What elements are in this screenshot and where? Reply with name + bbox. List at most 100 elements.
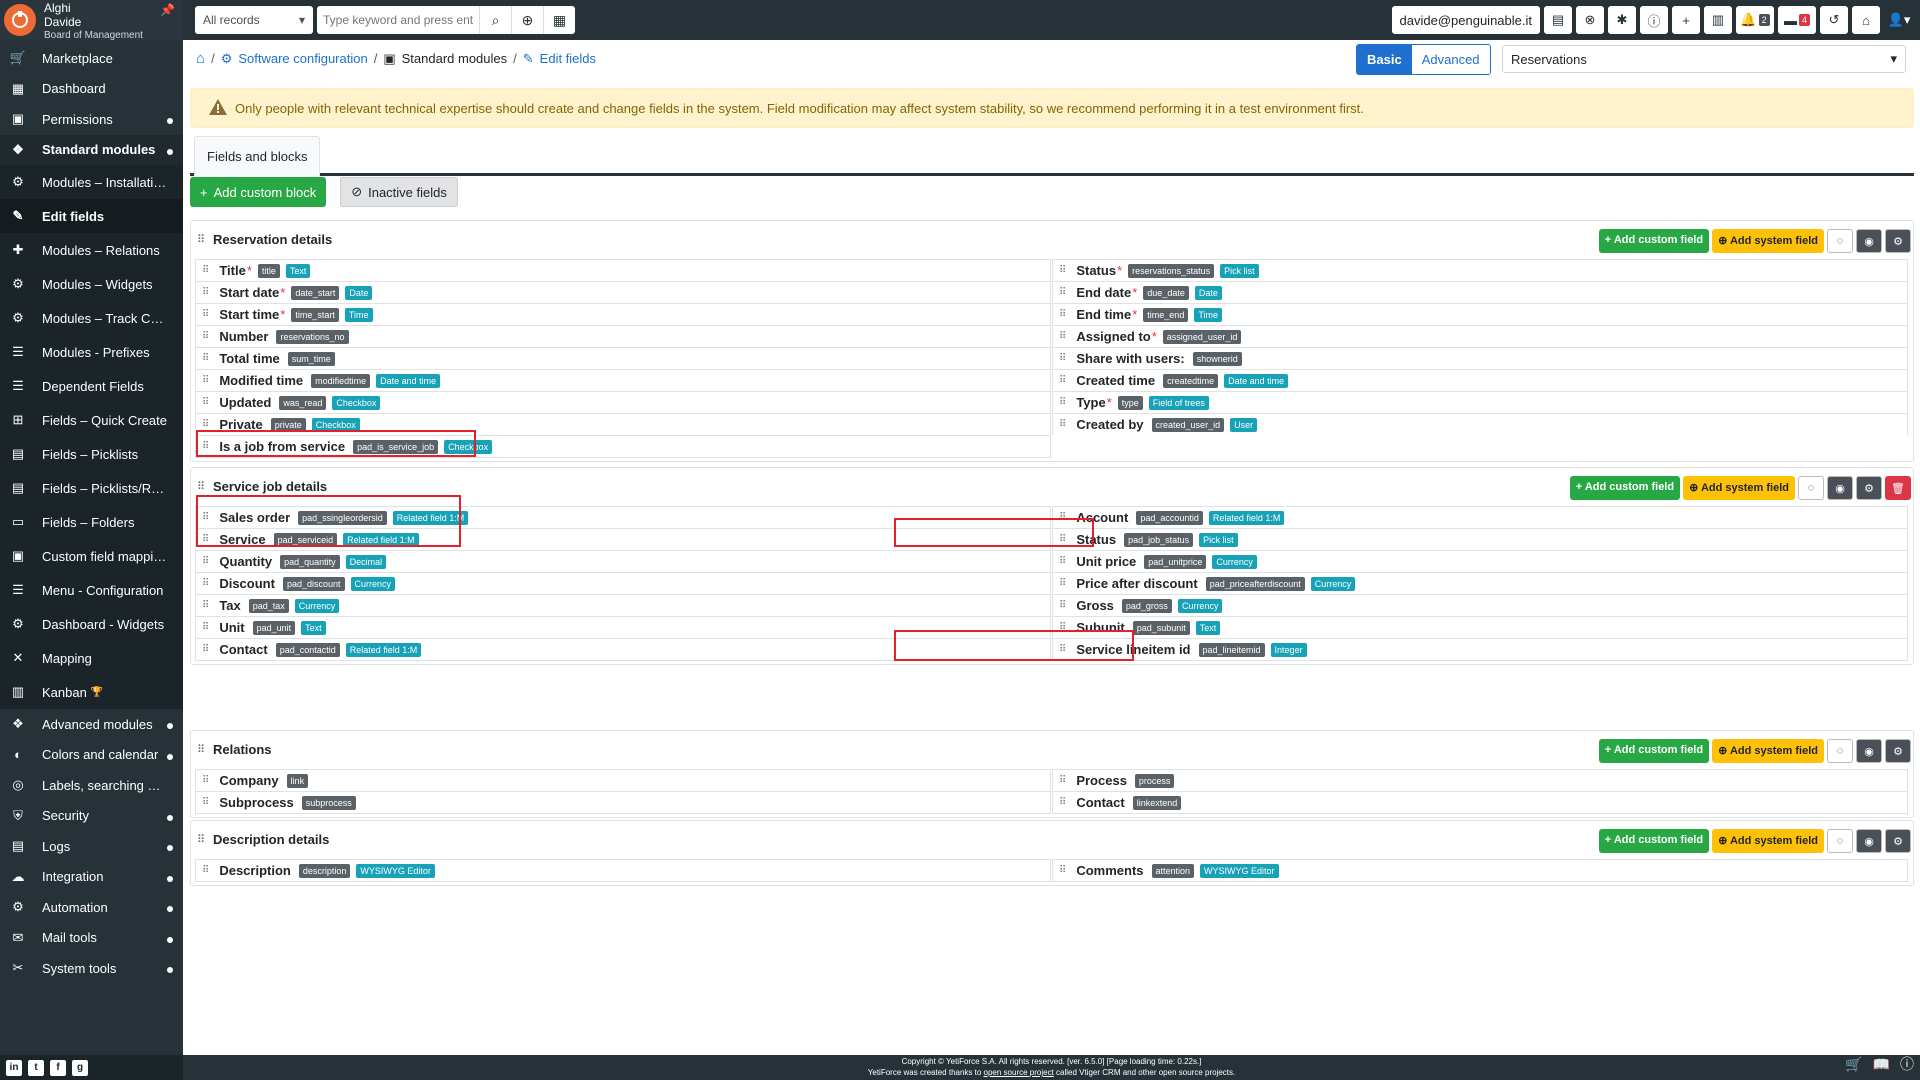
cart-icon[interactable]: 🛒	[1845, 1057, 1862, 1071]
linkedin-icon[interactable]: in	[6, 1059, 22, 1076]
hide-block-button[interactable]: ◌	[1827, 829, 1853, 853]
sidebar-item-colors-and-calendar[interactable]: ◐ Colors and calendar	[0, 740, 183, 771]
drag-handle-icon[interactable]: ⠿	[1059, 419, 1066, 430]
add-system-field-button[interactable]: ⊕ Add system field	[1712, 229, 1824, 253]
inactive-fields-button[interactable]: ⊘ Inactive fields	[340, 177, 458, 207]
drag-handle-icon[interactable]: ⠿	[197, 233, 205, 246]
add-system-field-button[interactable]: ⊕ Add system field	[1712, 739, 1824, 763]
sidebar-item-edit-fields[interactable]: ✎ Edit fields	[0, 199, 183, 233]
field-item[interactable]: ⠿ Description description WYSIWYG Editor	[195, 859, 1051, 882]
book-button[interactable]: ▤	[1544, 6, 1572, 34]
breadcrumb-edit-fields[interactable]: Edit fields	[540, 51, 596, 66]
info-button[interactable]: ⓘ	[1640, 6, 1668, 34]
sidebar-item-automation[interactable]: ⚙ Automation	[0, 892, 183, 923]
drag-handle-icon[interactable]: ⠿	[202, 644, 209, 655]
drag-handle-icon[interactable]: ⠿	[202, 556, 209, 567]
bug-button[interactable]: ✱	[1608, 6, 1636, 34]
sidebar-item-modules-track-chang[interactable]: ⚙ Modules – Track Chang…	[0, 301, 183, 335]
field-item[interactable]: ⠿ Subprocess subprocess	[195, 791, 1051, 814]
drag-handle-icon[interactable]: ⠿	[1059, 353, 1066, 364]
basic-mode-button[interactable]: Basic	[1357, 45, 1412, 74]
github-icon[interactable]: g	[72, 1059, 88, 1076]
sidebar-item-labels-searching-a[interactable]: ◎ Labels, searching a…	[0, 770, 183, 801]
sidebar-item-security[interactable]: ⛨ Security	[0, 801, 183, 832]
sidebar-item-standard-modules[interactable]: ❖ Standard modules	[0, 134, 183, 165]
field-item[interactable]: ⠿ Updated was_read Checkbox	[195, 391, 1051, 414]
drag-handle-icon[interactable]: ⠿	[1059, 309, 1066, 320]
field-item[interactable]: ⠿ Is a job from service pad_is_service_job…	[195, 435, 1051, 458]
twitter-icon[interactable]: t	[28, 1059, 44, 1076]
drag-handle-icon[interactable]: ⠿	[1059, 556, 1066, 567]
hide-block-button[interactable]: ◌	[1827, 229, 1853, 253]
field-item[interactable]: ⠿ Modified time modifiedtime Date and time	[195, 369, 1051, 392]
delete-block-button[interactable]: 🗑	[1885, 476, 1911, 500]
field-item[interactable]: ⠿ Number reservations_no	[195, 325, 1051, 348]
drag-handle-icon[interactable]: ⠿	[202, 441, 209, 452]
show-block-button[interactable]: ◉	[1827, 476, 1853, 500]
drag-handle-icon[interactable]: ⠿	[1059, 331, 1066, 342]
sidebar-item-fields-folders[interactable]: ▭ Fields – Folders	[0, 505, 183, 539]
sidebar-item-fields-picklists[interactable]: ▤ Fields – Picklists	[0, 437, 183, 471]
drag-handle-icon[interactable]: ⠿	[202, 375, 209, 386]
field-item[interactable]: ⠿ Start date * date_start Date	[195, 281, 1051, 304]
search-modules-button[interactable]: ▦	[543, 6, 575, 34]
user-panel[interactable]: Alghi Davide Board of Management 📌	[0, 0, 183, 41]
drag-handle-icon[interactable]: ⠿	[202, 797, 209, 808]
drag-handle-icon[interactable]: ⠿	[202, 287, 209, 298]
field-item[interactable]: ⠿ Contact linkextend	[1052, 791, 1908, 814]
field-item[interactable]: ⠿ Sales order pad_ssingleordersid Related f…	[195, 506, 1051, 529]
drag-handle-icon[interactable]: ⠿	[202, 397, 209, 408]
hide-block-button[interactable]: ◌	[1827, 739, 1853, 763]
add-system-field-button[interactable]: ⊕ Add system field	[1683, 476, 1795, 500]
drag-handle-icon[interactable]: ⠿	[1059, 622, 1066, 633]
facebook-icon[interactable]: f	[50, 1059, 66, 1076]
drag-handle-icon[interactable]: ⠿	[202, 331, 209, 342]
drag-handle-icon[interactable]: ⠿	[1059, 265, 1066, 276]
block-settings-button[interactable]: ⚙	[1885, 229, 1911, 253]
drag-handle-icon[interactable]: ⠿	[202, 419, 209, 430]
block-settings-button[interactable]: ⚙	[1885, 829, 1911, 853]
sidebar-item-fields-picklists-relati[interactable]: ▤ Fields – Picklists/Relati…	[0, 471, 183, 505]
drag-handle-icon[interactable]: ⠿	[1059, 397, 1066, 408]
user-menu-button[interactable]: 👤▾	[1884, 6, 1914, 34]
field-item[interactable]: ⠿ Gross pad_gross Currency	[1052, 594, 1908, 617]
sidebar-item-menu-configuration[interactable]: ☰ Menu - Configuration	[0, 573, 183, 607]
field-item[interactable]: ⠿ Created by created_user_id User	[1052, 413, 1908, 436]
advanced-search-button[interactable]: ⊕	[511, 6, 543, 34]
drag-handle-icon[interactable]: ⠿	[1059, 600, 1066, 611]
show-block-button[interactable]: ◉	[1856, 829, 1882, 853]
field-item[interactable]: ⠿ Process process	[1052, 769, 1908, 792]
drag-handle-icon[interactable]: ⠿	[197, 480, 205, 493]
search-input[interactable]	[317, 6, 479, 34]
field-item[interactable]: ⠿ Assigned to * assigned_user_id	[1052, 325, 1908, 348]
drag-handle-icon[interactable]: ⠿	[1059, 644, 1066, 655]
field-item[interactable]: ⠿ Type * type Field of trees	[1052, 391, 1908, 414]
sidebar-item-custom-field-mapping[interactable]: ▣ Custom field mapping	[0, 539, 183, 573]
sidebar-item-logs[interactable]: ▤ Logs	[0, 831, 183, 862]
field-item[interactable]: ⠿ Unit pad_unit Text	[195, 616, 1051, 639]
field-item[interactable]: ⠿ Created time createdtime Date and time	[1052, 369, 1908, 392]
drag-handle-icon[interactable]: ⠿	[202, 534, 209, 545]
sidebar-item-dashboard-widgets[interactable]: ⚙ Dashboard - Widgets	[0, 607, 183, 641]
advanced-mode-button[interactable]: Advanced	[1411, 45, 1490, 74]
search-button[interactable]: ⌕	[479, 6, 511, 34]
field-item[interactable]: ⠿ Status pad_job_status Pick list	[1052, 528, 1908, 551]
show-block-button[interactable]: ◉	[1856, 739, 1882, 763]
drag-handle-icon[interactable]: ⠿	[1059, 775, 1066, 786]
drag-handle-icon[interactable]: ⠿	[197, 833, 205, 846]
drag-handle-icon[interactable]: ⠿	[202, 775, 209, 786]
drag-handle-icon[interactable]: ⠿	[1059, 797, 1066, 808]
block-settings-button[interactable]: ⚙	[1885, 739, 1911, 763]
info-icon[interactable]: ⓘ	[1900, 1057, 1914, 1071]
field-item[interactable]: ⠿ Share with users: shownerid	[1052, 347, 1908, 370]
field-item[interactable]: ⠿ Start time * time_start Time	[195, 303, 1051, 326]
drag-handle-icon[interactable]: ⠿	[1059, 375, 1066, 386]
hide-block-button[interactable]: ◌	[1798, 476, 1824, 500]
add-custom-field-button[interactable]: + Add custom field	[1598, 829, 1710, 853]
field-item[interactable]: ⠿ Title * title Text	[195, 259, 1051, 282]
book-icon[interactable]: 📖	[1873, 1057, 1890, 1071]
drag-handle-icon[interactable]: ⠿	[202, 865, 209, 876]
home-button[interactable]: ⌂	[1852, 6, 1880, 34]
quick-create-button[interactable]: +	[1672, 6, 1700, 34]
field-item[interactable]: ⠿ Service lineitem id pad_lineitemid Intege…	[1052, 638, 1908, 661]
